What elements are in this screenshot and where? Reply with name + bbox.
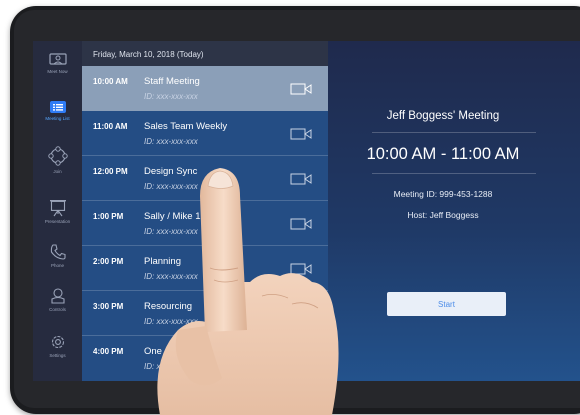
nav-item-meet-now[interactable]: Meet Now — [33, 53, 82, 93]
touch-screen: Meet Now Meeting List Join Presentation … — [33, 41, 580, 381]
meeting-title: Resourcing — [144, 301, 193, 312]
divider — [372, 173, 536, 174]
join-icon — [47, 146, 68, 166]
nav-item-phone[interactable]: Phone — [33, 243, 82, 283]
meeting-row[interactable]: 12:00 PM Design Sync ID: xxx-xxx-xxx — [82, 156, 328, 201]
nav-label: Settings — [49, 353, 66, 358]
meeting-time: 11:00 AM — [93, 122, 128, 131]
meeting-time: 10:00 AM — [93, 77, 128, 86]
video-camera-icon[interactable] — [290, 128, 312, 140]
meeting-title: One on — [144, 346, 176, 357]
meeting-row[interactable]: 3:00 PM Resourcing ID: xxx-xxx-xxx — [82, 291, 328, 336]
divider — [372, 132, 536, 133]
meeting-title: Planning — [144, 256, 181, 267]
video-camera-icon[interactable] — [290, 173, 312, 185]
meeting-time: 12:00 PM — [93, 167, 128, 176]
list-icon — [49, 101, 66, 113]
meeting-id: ID: xxx — [144, 362, 169, 371]
nav-item-meeting-list[interactable]: Meeting List — [33, 100, 82, 140]
meeting-title: Design Sync — [144, 166, 198, 177]
side-nav: Meet Now Meeting List Join Presentation … — [33, 41, 82, 381]
meeting-time: 3:00 PM — [93, 302, 124, 311]
meeting-time: 1:00 PM — [93, 212, 124, 221]
settings-icon — [51, 335, 64, 349]
meeting-detail-title: Jeff Boggess' Meeting — [386, 110, 500, 122]
meeting-id: ID: xxx-xxx-xxx — [144, 92, 198, 101]
nav-label: Controls — [49, 307, 66, 312]
nav-item-controls[interactable]: Controls — [33, 287, 82, 327]
presentation-icon — [49, 200, 66, 217]
nav-label: Meet Now — [47, 69, 68, 74]
meeting-id-text: Meeting ID: 999-453-1288 — [393, 189, 493, 199]
meeting-id: ID: xxx-xxx-xxx — [144, 272, 198, 281]
nav-item-join[interactable]: Join — [33, 145, 82, 185]
video-camera-icon[interactable] — [290, 263, 312, 275]
meeting-time: 4:00 PM — [93, 347, 124, 356]
meeting-row[interactable]: 10:00 AM Staff Meeting ID: xxx-xxx-xxx — [82, 66, 328, 111]
phone-icon — [50, 244, 66, 260]
meeting-row[interactable]: 4:00 PM One on ID: xxx — [82, 336, 328, 381]
meeting-row[interactable]: 1:00 PM Sally / Mike 1:1 ID: xxx-xxx-xxx — [82, 201, 328, 246]
meeting-detail-panel: Jeff Boggess' Meeting 10:00 AM - 11:00 A… — [328, 41, 580, 381]
meeting-id: ID: xxx-xxx-xxx — [144, 182, 198, 191]
nav-item-settings[interactable]: Settings — [33, 333, 82, 373]
meeting-time-range: 10:00 AM - 11:00 AM — [366, 145, 520, 163]
start-button[interactable]: Start — [387, 292, 506, 316]
meeting-title: Staff Meeting — [144, 76, 200, 87]
meeting-list: Friday, March 10, 2018 (Today) 10:00 AM … — [82, 41, 328, 381]
meeting-id: ID: xxx-xxx-xxx — [144, 227, 198, 236]
controls-icon — [50, 288, 65, 304]
meeting-id: ID: xxx-xxx-xxx — [144, 137, 198, 146]
nav-label: Phone — [50, 263, 64, 268]
video-camera-icon[interactable] — [290, 83, 312, 95]
meeting-title: Sally / Mike 1:1 — [144, 211, 209, 222]
date-header: Friday, March 10, 2018 (Today) — [82, 41, 328, 66]
meeting-host-text: Host: Jeff Boggess — [407, 210, 479, 220]
nav-label: Presentation — [44, 219, 71, 224]
meeting-row[interactable]: 11:00 AM Sales Team Weekly ID: xxx-xxx-x… — [82, 111, 328, 156]
meeting-id: ID: xxx-xxx-xxx — [144, 317, 198, 326]
nav-label: Meeting List — [45, 116, 70, 121]
nav-label: Join — [53, 169, 62, 174]
nav-item-presentation[interactable]: Presentation — [33, 199, 82, 239]
meeting-title: Sales Team Weekly — [144, 121, 228, 132]
meeting-time: 2:00 PM — [93, 257, 124, 266]
monitor-icon — [48, 53, 67, 65]
meeting-row[interactable]: 2:00 PM Planning ID: xxx-xxx-xxx — [82, 246, 328, 291]
video-camera-icon[interactable] — [290, 218, 312, 230]
